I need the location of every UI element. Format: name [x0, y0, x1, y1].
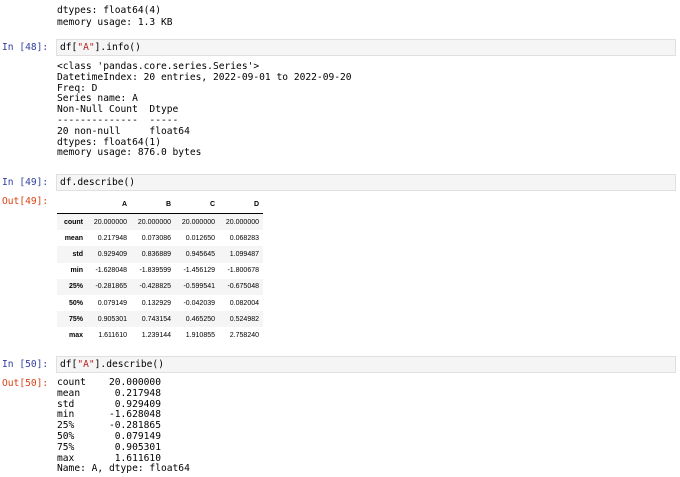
code-text: df[ [60, 359, 78, 370]
execute-result: count 20.000000 mean 0.217948 std 0.9294… [57, 377, 190, 475]
row-index: 75% [68, 315, 83, 323]
table-cell: 0.905301 [97, 315, 127, 323]
row-index: 25% [68, 283, 83, 291]
table-cell: -1.839599 [139, 267, 171, 275]
table-cell: 0.079149 [97, 299, 127, 307]
table-cell: 20.000000 [225, 218, 259, 226]
row-index: mean [64, 234, 83, 242]
table-cell: 1.239144 [141, 331, 171, 339]
row-index: 50% [68, 299, 83, 307]
code-text: df.describe() [60, 177, 136, 188]
input-prompt: In [49]: [2, 177, 49, 188]
code-string: "A" [77, 42, 95, 53]
table-cell: 0.073086 [141, 234, 171, 242]
table-row: max 1.611610 1.239144 1.910855 2.758240 [57, 327, 263, 343]
table-cell: 0.524982 [229, 315, 259, 323]
table-cell: 20.000000 [137, 218, 171, 226]
table-cell: -1.456129 [183, 267, 215, 275]
input-prompt: In [48]: [2, 42, 49, 53]
table-cell: -0.599541 [183, 283, 215, 291]
table-cell: 1.611610 [98, 331, 127, 339]
row-index: count [63, 218, 83, 226]
code-input[interactable]: df["A"].describe() [56, 356, 676, 373]
code-text: ].info() [94, 42, 141, 53]
table-cell: -0.042039 [183, 299, 215, 307]
output-prompt: Out[50]: [2, 378, 49, 389]
table-cell: -0.675048 [227, 283, 259, 291]
table-row: count 20.000000 20.000000 20.000000 20.0… [57, 213, 263, 231]
column-header: D [219, 195, 263, 214]
table-row: min -1.628048 -1.839599 -1.456129 -1.800… [57, 263, 263, 279]
table-cell: -0.428825 [139, 283, 171, 291]
column-header: B [131, 195, 175, 214]
previous-output-line: memory usage: 1.3 KB [57, 16, 173, 28]
table-cell: 2.758240 [229, 331, 259, 339]
table-cell: -0.281865 [95, 283, 127, 291]
code-input[interactable]: df.describe() [56, 174, 676, 191]
table-cell: 0.132929 [141, 299, 171, 307]
table-cell: 0.012650 [185, 234, 215, 242]
row-index: min [70, 267, 83, 275]
column-header: A [87, 195, 131, 214]
dataframe-table: A B C D count 20.000000 20.000000 20.000… [57, 195, 263, 344]
table-cell: 0.836889 [141, 250, 171, 258]
table-row: std 0.929409 0.836889 0.945645 1.099487 [57, 246, 263, 263]
code-text: df[ [60, 42, 78, 53]
table-row: 75% 0.905301 0.743154 0.465250 0.524982 [57, 311, 263, 328]
table-cell: -1.800678 [227, 267, 259, 275]
code-string: "A" [77, 359, 95, 370]
table-row: 50% 0.079149 0.132929 -0.042039 0.082004 [57, 295, 263, 311]
table-cell: 0.743154 [141, 315, 171, 323]
previous-output: dtypes: float64(4) memory usage: 1.3 KB [57, 0, 173, 40]
code-text: ].describe() [94, 359, 164, 370]
table-row: 25% -0.281865 -0.428825 -0.599541 -0.675… [57, 278, 263, 295]
row-index: std [72, 250, 84, 258]
table-row: mean 0.217948 0.073086 0.012650 0.068283 [57, 230, 263, 246]
table-cell: 0.465250 [185, 315, 215, 323]
index-header [57, 195, 87, 214]
table-cell: 1.910855 [185, 331, 215, 339]
output-prompt: Out[49]: [2, 196, 49, 207]
row-index: max [68, 331, 83, 339]
table-cell: 0.082004 [229, 299, 259, 307]
table-cell: 1.099487 [229, 250, 259, 258]
stream-output: <class 'pandas.core.series.Series'> Date… [57, 61, 352, 159]
table-cell: 20.000000 [93, 218, 127, 226]
header-row: A B C D [57, 195, 263, 214]
code-input[interactable]: df["A"].info() [56, 39, 676, 56]
table-cell: -1.628048 [95, 267, 127, 275]
table-cell: 20.000000 [181, 218, 215, 226]
table-cell: 0.068283 [229, 234, 259, 242]
previous-output-line: dtypes: float64(4) [57, 5, 161, 17]
table-cell: 0.945645 [185, 250, 215, 258]
table-cell: 0.217948 [97, 234, 127, 242]
table-cell: 0.929409 [97, 250, 127, 258]
input-prompt: In [50]: [2, 359, 49, 370]
column-header: C [175, 195, 219, 214]
